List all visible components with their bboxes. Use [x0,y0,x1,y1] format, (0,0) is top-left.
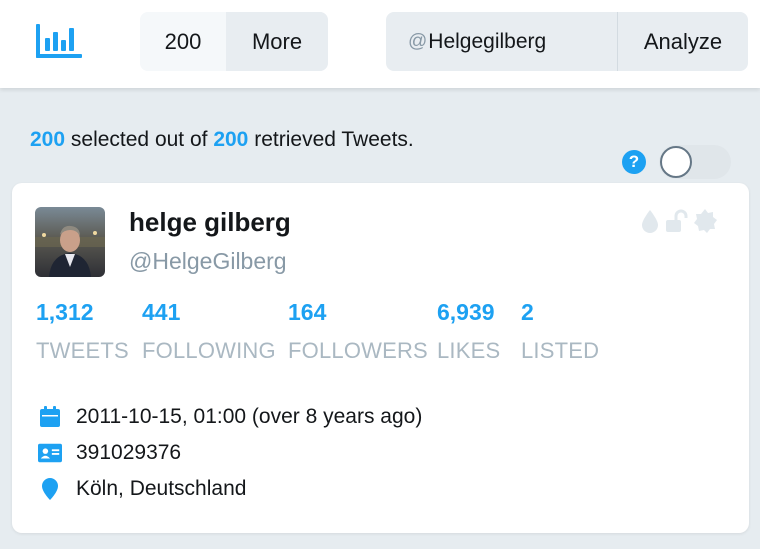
username-input[interactable]: @ Helgegilberg [386,12,618,71]
created-row: 2011-10-15, 01:00 (over 8 years ago) [38,405,422,429]
tweet-count-value[interactable]: 200 [140,12,226,71]
bar-chart-icon[interactable] [35,20,83,60]
selected-text: selected out of [70,128,208,151]
location-text: Köln, Deutschland [76,477,247,500]
account-search: @ Helgegilberg Analyze [386,12,748,71]
retrieved-text: retrieved Tweets. [254,128,414,151]
listed-count: 2 [521,299,534,325]
calendar-icon [38,405,62,429]
likes-label: LIKES [437,338,501,363]
likes-count: 6,939 [437,299,495,325]
account-status-icons [640,208,718,234]
view-toggle[interactable] [659,145,731,179]
following-label: FOLLOWING [142,338,276,363]
help-icon[interactable]: ? [622,150,646,174]
username-value: Helgegilberg [428,29,547,53]
created-date: 2011-10-15, 01:00 (over 8 years ago) [76,405,423,428]
more-button[interactable]: More [226,12,328,71]
tweet-count-control: 200 More [140,12,328,71]
retrieved-count: 200 [213,128,249,151]
drop-icon [642,210,658,233]
location-row: Köln, Deutschland [38,477,246,501]
top-bar: 200 More @ Helgegilberg Analyze [0,0,760,88]
id-card-icon [38,441,62,465]
following-count: 441 [142,299,181,325]
followers-label: FOLLOWERS [288,338,428,363]
location-pin-icon [38,477,62,501]
avatar [35,207,105,277]
gear-badge-icon [694,209,717,233]
selection-summary: 200 selected out of 200 retrieved Tweets… [30,128,414,152]
listed-label: LISTED [521,338,600,363]
profile-handle[interactable]: @HelgeGilberg [129,248,287,275]
analyze-button[interactable]: Analyze [618,12,748,71]
selected-count: 200 [30,128,66,151]
id-row: 391029376 [38,441,181,465]
toggle-knob [660,146,692,178]
unlocked-icon [666,209,688,232]
followers-count: 164 [288,299,327,325]
profile-name: helge gilberg [129,207,291,237]
at-prefix: @ [408,30,428,52]
tweets-label: TWEETS [36,338,129,363]
profile-card: helge gilberg @HelgeGilberg 1,312 TWEETS… [12,183,749,533]
tweets-count: 1,312 [36,299,94,325]
user-id: 391029376 [76,441,182,464]
